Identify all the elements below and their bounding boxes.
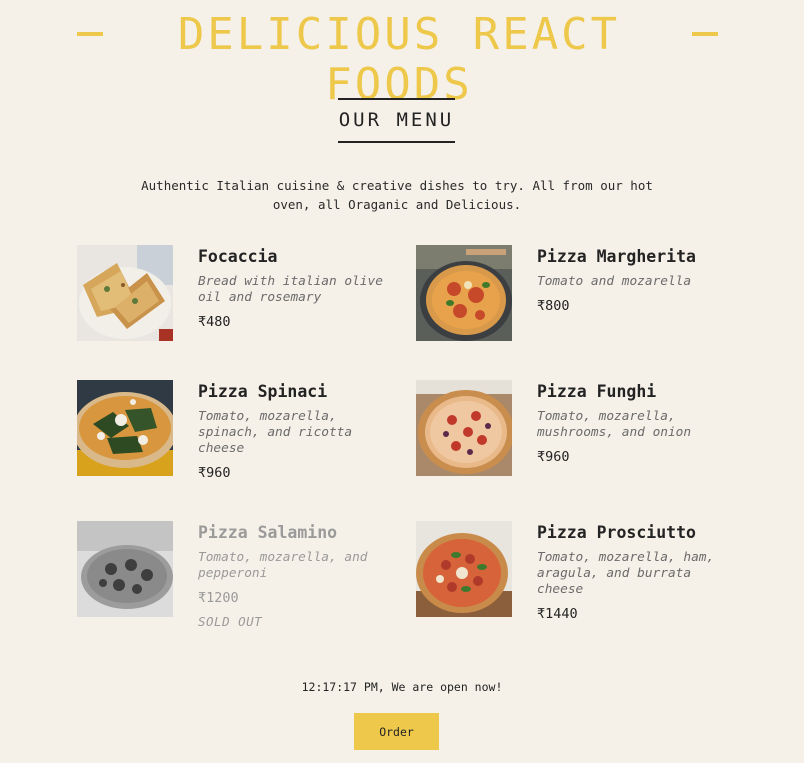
header-dash-right: [692, 32, 718, 36]
pizza-ingredients: Tomato, mozarella, mushrooms, and onion: [537, 409, 692, 440]
sold-out-label: SOLD OUT: [198, 614, 263, 629]
pizza-item-spinaci: Pizza Spinaci Tomato, mozarella, spinach…: [77, 380, 397, 500]
pizza-photo-salamino: [77, 521, 173, 617]
pizza-price: ₹960: [537, 449, 570, 465]
pizza-price: ₹1440: [537, 606, 578, 622]
pizza-price: ₹800: [537, 298, 570, 314]
pizza-name: Pizza Salamino: [198, 523, 338, 542]
pizza-item-margherita: Pizza Margherita Tomato and mozarella ₹8…: [416, 245, 736, 365]
pizza-name: Pizza Funghi: [537, 382, 657, 401]
order-button[interactable]: Order: [354, 713, 439, 750]
menu-intro: Authentic Italian cuisine & creative dis…: [141, 178, 653, 212]
pizza-name: Pizza Prosciutto: [537, 523, 696, 542]
header-dash-left: [77, 32, 103, 36]
open-status-text: 12:17:17 PM, We are open now!: [301, 680, 503, 694]
pizza-price: ₹480: [198, 314, 231, 330]
pizza-item-focaccia: Focaccia Bread with italian olive oil an…: [77, 245, 397, 365]
pizza-ingredients: Tomato, mozarella, and pepperoni: [198, 550, 368, 581]
pizza-item-prosciutto: Pizza Prosciutto Tomato, mozarella, ham,…: [416, 521, 736, 641]
pizza-item-funghi: Pizza Funghi Tomato, mozarella, mushroom…: [416, 380, 736, 500]
menu-title: OUR MENU: [338, 98, 455, 143]
pizza-ingredients: Bread with italian olive oil and rosemar…: [198, 274, 383, 305]
pizza-photo-margherita: [416, 245, 512, 341]
pizza-name: Pizza Spinaci: [198, 382, 328, 401]
pizza-price: ₹1200: [198, 590, 239, 606]
pizza-photo-spinaci: [77, 380, 173, 476]
pizza-name: Focaccia: [198, 247, 278, 266]
pizza-ingredients: Tomato, mozarella, ham, aragula, and bur…: [537, 550, 715, 597]
pizza-item-salamino: Pizza Salamino Tomato, mozarella, and pe…: [77, 521, 397, 641]
site-title: DELICIOUS REACT FOODS: [177, 9, 621, 110]
pizza-ingredients: Tomato, mozarella, spinach, and ricotta …: [198, 409, 353, 456]
pizza-name: Pizza Margherita: [537, 247, 696, 266]
pizza-photo-funghi: [416, 380, 512, 476]
site-header: DELICIOUS REACT FOODS: [0, 10, 804, 110]
pizza-photo-focaccia: [77, 245, 173, 341]
pizza-price: ₹960: [198, 465, 231, 481]
pizza-ingredients: Tomato and mozarella: [537, 274, 692, 289]
pizza-photo-prosciutto: [416, 521, 512, 617]
